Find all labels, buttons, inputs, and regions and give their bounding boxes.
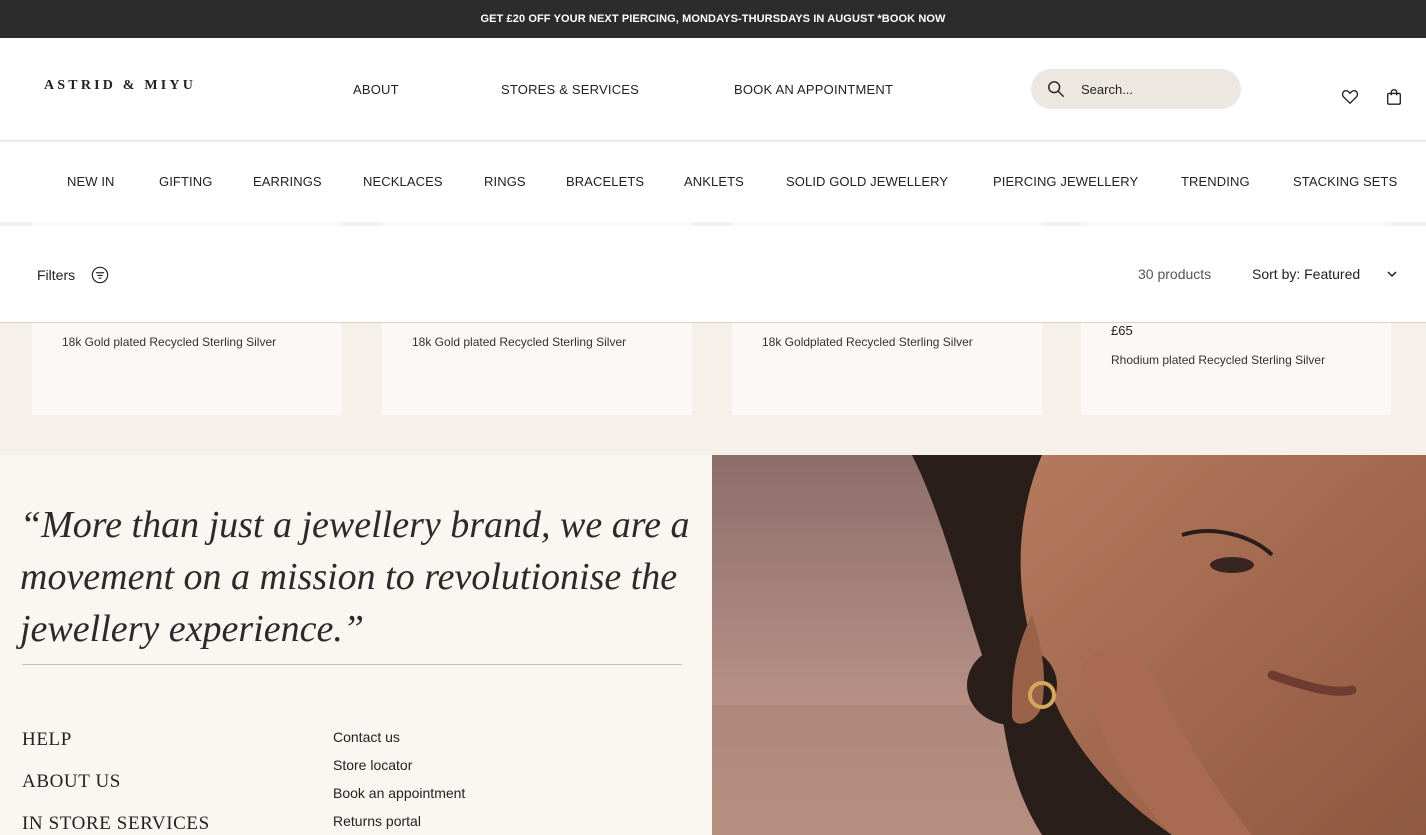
filter-bar: Filters 30 products Sort by: Featured [0,226,1426,323]
category-necklaces[interactable]: NECKLACES [363,174,443,189]
product-count: 30 products [1138,266,1212,282]
category-trending[interactable]: TRENDING [1181,174,1250,189]
category-nav: NEW IN GIFTING EARRINGS NECKLACES RINGS … [0,142,1426,222]
category-earrings[interactable]: EARRINGS [253,174,322,189]
logo[interactable]: ASTRID & MIYU [44,78,196,94]
product-material: 18k Gold plated Recycled Sterling Silver [412,335,627,349]
brand-quote-section: “More than just a jewellery brand, we ar… [0,455,712,835]
model-photo-image [712,455,1426,835]
sort-label: Sort by: Featured [1252,266,1361,282]
product-price: £65 [1111,323,1133,338]
category-gifting[interactable]: GIFTING [159,174,212,189]
product-card[interactable]: 18k Gold plated Recycled Sterling Silver [382,323,692,415]
nav-about[interactable]: ABOUT [353,82,399,97]
category-anklets[interactable]: ANKLETS [684,174,744,189]
product-material: 18k Gold plated Recycled Sterling Silver [62,335,277,349]
footer-link-book-appointment[interactable]: Book an appointment [333,785,465,801]
product-card[interactable]: 18k Gold plated Recycled Sterling Silver [32,323,342,415]
footer-heading-about-us[interactable]: ABOUT US [22,771,121,793]
category-stacking-sets[interactable]: STACKING SETS [1293,174,1397,189]
search-box[interactable] [1031,69,1241,109]
footer-link-store-locator[interactable]: Store locator [333,757,412,773]
category-new-in[interactable]: NEW IN [67,174,115,189]
filters-label: Filters [37,267,76,283]
divider [22,664,682,665]
announcement-text[interactable]: GET £20 OFF YOUR NEXT PIERCING, MONDAYS-… [480,13,945,25]
nav-stores-services[interactable]: STORES & SERVICES [501,82,639,97]
search-icon [1048,81,1064,97]
filter-icon [91,266,109,284]
category-solid-gold-jewellery[interactable]: SOLID GOLD JEWELLERY [786,174,948,189]
heart-icon[interactable] [1341,88,1359,106]
filters-button[interactable]: Filters [37,266,109,284]
chevron-down-icon [1387,271,1397,278]
sort-dropdown[interactable]: Sort by: Featured [1252,266,1398,282]
category-bracelets[interactable]: BRACELETS [566,174,644,189]
nav-book-appointment[interactable]: BOOK AN APPOINTMENT [734,82,893,97]
product-card[interactable]: £65 Rhodium plated Recycled Sterling Sil… [1081,323,1391,415]
bag-icon[interactable] [1385,88,1403,106]
footer-link-returns-portal[interactable]: Returns portal [333,813,421,829]
category-piercing-jewellery[interactable]: PIERCING JEWELLERY [993,174,1138,189]
footer-link-contact-us[interactable]: Contact us [333,729,400,745]
product-material: 18k Goldplated Recycled Sterling Silver [762,335,973,349]
category-rings[interactable]: RINGS [484,174,526,189]
product-material: Rhodium plated Recycled Sterling Silver [1111,353,1326,367]
product-card[interactable]: 18k Goldplated Recycled Sterling Silver [732,323,1042,415]
announcement-bar[interactable]: GET £20 OFF YOUR NEXT PIERCING, MONDAYS-… [0,0,1426,38]
brand-quote: “More than just a jewellery brand, we ar… [20,504,690,650]
site-header: ASTRID & MIYU ABOUT STORES & SERVICES BO… [0,38,1426,141]
footer-heading-help[interactable]: HELP [22,729,72,751]
search-input[interactable] [1081,81,1221,97]
footer-heading-in-store-services[interactable]: IN STORE SERVICES [22,813,210,835]
model-photo [712,455,1426,835]
